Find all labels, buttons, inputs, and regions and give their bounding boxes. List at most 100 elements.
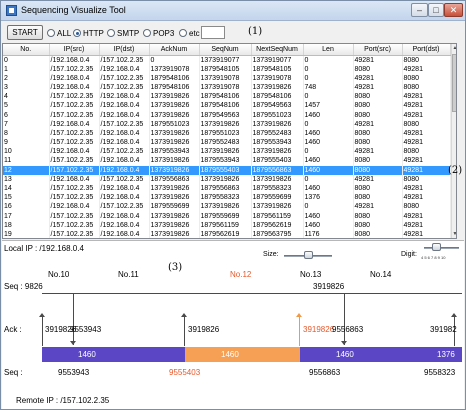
table-cell: /157.102.2.35 (99, 73, 150, 83)
table-cell: 1373919078 (199, 73, 252, 83)
table-cell: 5 (3, 101, 50, 111)
table-cell: 1176 (303, 229, 354, 238)
table-row[interactable]: 6/157.102.2.35/192.168.0.4 1373919826 1879… (3, 110, 451, 120)
column-header[interactable]: Len (303, 44, 354, 56)
table-cell: 8080 (353, 92, 403, 102)
table-row[interactable]: 1/157.102.2.35/192.168.0.4 1373919078 1879… (3, 64, 451, 74)
etc-port-input[interactable] (201, 26, 225, 39)
segment-bar: 1460 (185, 347, 300, 362)
table-row[interactable]: 12/157.102.2.35/192.168.0.4 1373919826 187… (3, 165, 451, 175)
digit-slider-track[interactable] (424, 247, 459, 249)
digit-scale: 4 5 6 7 8 9 10 (421, 255, 446, 260)
table-cell: /192.168.0.4 (99, 220, 150, 230)
column-header[interactable]: No. (3, 44, 50, 56)
radio-etc[interactable]: etc (179, 27, 200, 39)
table-cell: 8080 (353, 211, 403, 221)
start-button[interactable]: START (7, 25, 43, 40)
table-cell: 1373919826 (199, 202, 252, 212)
table-row[interactable]: 8/157.102.2.35/192.168.0.4 1373919826 1879… (3, 128, 451, 138)
table-cell: 8080 (353, 156, 403, 166)
table-cell: 8 (3, 128, 50, 138)
sequence-visualizer: Local IP : /192.168.0.4 Size: Digit: 4 5… (2, 240, 464, 409)
table-scrollbar[interactable]: ▲ ▼ (451, 44, 456, 238)
size-label: Size: (263, 251, 279, 258)
table-cell: 1879552483 (251, 128, 304, 138)
radio-all-label: ALL (57, 28, 72, 38)
table-cell: /192.168.0.4 (99, 193, 150, 203)
table-cell: 1373919077 (251, 55, 304, 65)
scroll-up-icon[interactable]: ▲ (452, 44, 456, 52)
table-cell: 8080 (353, 138, 403, 148)
table-cell: 0 (149, 55, 200, 65)
size-slider-thumb[interactable] (304, 251, 313, 259)
callout-3: (3) (168, 262, 183, 273)
segment-bar: 1460 (42, 347, 185, 362)
table-cell: 0 (303, 73, 354, 83)
column-header[interactable]: Port(src) (353, 44, 403, 56)
table-cell: 49281 (353, 119, 403, 129)
table-cell: /157.102.2.35 (49, 220, 100, 230)
table-row[interactable]: 0/192.168.0.4/157.102.2.35 0 1373919077 137… (3, 55, 451, 65)
packet-table[interactable]: No. IP(src) IP(dst) AckNum SeqNum NextSeqNum L… (2, 43, 457, 239)
radio-smtp[interactable]: SMTP (107, 27, 139, 39)
radio-http[interactable]: HTTP (73, 27, 104, 39)
column-header[interactable]: IP(src) (49, 44, 100, 56)
table-cell: 13 (3, 174, 50, 184)
radio-all[interactable]: ALL (47, 27, 71, 39)
table-row[interactable]: 15/157.102.2.35/192.168.0.4 1373919826 187… (3, 193, 451, 203)
digit-slider-thumb[interactable] (432, 243, 441, 251)
table-cell: 0 (303, 55, 354, 65)
seq-foot-value: 9555403 (169, 368, 201, 377)
column-header[interactable]: IP(dst) (99, 44, 150, 56)
table-row[interactable]: 5/157.102.2.35/192.168.0.4 1373919826 1879… (3, 101, 451, 111)
column-header[interactable]: NextSeqNum (251, 44, 304, 56)
table-row[interactable]: 19/157.102.2.35/192.168.0.4 1373919826 187… (3, 229, 451, 238)
table-cell: /192.168.0.4 (49, 73, 100, 83)
table-row[interactable]: 3/192.168.0.4/157.102.2.35 1879548106 1373… (3, 82, 451, 93)
table-cell: 49281 (402, 183, 451, 194)
minimize-button[interactable]: – (411, 3, 428, 17)
table-cell: 49281 (353, 55, 403, 65)
radio-pop3[interactable]: POP3 (143, 27, 174, 39)
table-cell: 8080 (402, 119, 451, 129)
table-cell: 1373919826 (149, 165, 200, 175)
table-cell: 1879561159 (199, 220, 252, 230)
table-cell: /157.102.2.35 (49, 193, 100, 203)
scroll-down-icon[interactable]: ▼ (452, 230, 456, 238)
table-cell: 1373919826 (199, 119, 252, 129)
table-cell: 1879549563 (251, 101, 304, 111)
table-row[interactable]: 9/157.102.2.35/192.168.0.4 1373919826 1879… (3, 138, 451, 148)
table-cell: 8080 (353, 229, 403, 238)
column-header[interactable]: AckNum (149, 44, 200, 56)
table-row[interactable]: 13/192.168.0.4/157.102.2.35 1879556863 137… (3, 174, 451, 184)
title-bar[interactable]: Sequencing Visualize Tool – □ ✕ (1, 1, 465, 21)
table-row[interactable]: 4/157.102.2.35/192.168.0.4 1373919826 1879… (3, 92, 451, 102)
table-row[interactable]: 2/192.168.0.4/157.102.2.35 1879548106 1373… (3, 73, 451, 83)
maximize-button[interactable]: □ (428, 3, 444, 17)
table-row[interactable]: 7/192.168.0.4/157.102.2.35 1879551023 1373… (3, 119, 451, 129)
table-cell: /157.102.2.35 (99, 55, 150, 65)
column-header[interactable]: SeqNum (199, 44, 252, 56)
close-button[interactable]: ✕ (444, 3, 463, 17)
table-cell: /192.168.0.4 (99, 211, 150, 221)
table-cell: 1373919826 (149, 183, 200, 194)
table-cell: 19 (3, 229, 50, 238)
window-title: Sequencing Visualize Tool (21, 5, 126, 15)
table-cell: 15 (3, 193, 50, 203)
table-row[interactable]: 16/192.168.0.4/157.102.2.35 1879559699 137… (3, 202, 451, 212)
seq-head: Seq : 9826 (4, 282, 43, 291)
table-row[interactable]: 11/157.102.2.35/192.168.0.4 1373919826 187… (3, 156, 451, 166)
column-header[interactable]: Port(dst) (402, 44, 451, 56)
arrow-up-icon (181, 313, 187, 317)
table-row[interactable]: 17/157.102.2.35/192.168.0.4 1373919826 187… (3, 211, 451, 221)
table-row[interactable]: 14/157.102.2.35/192.168.0.4 1373919826 187… (3, 183, 451, 194)
table-row[interactable]: 18/157.102.2.35/192.168.0.4 1373919826 187… (3, 220, 451, 230)
table-cell: 1879561159 (251, 211, 304, 221)
table-cell: /157.102.2.35 (49, 110, 100, 120)
scroll-thumb[interactable] (452, 54, 456, 112)
table-cell: 49281 (402, 92, 451, 102)
table-cell: 1373919078 (149, 64, 200, 74)
table-cell: /157.102.2.35 (49, 183, 100, 194)
table-row[interactable]: 10/192.168.0.4/157.102.2.35 1879553943 137… (3, 147, 451, 157)
seq-connector (73, 293, 74, 345)
